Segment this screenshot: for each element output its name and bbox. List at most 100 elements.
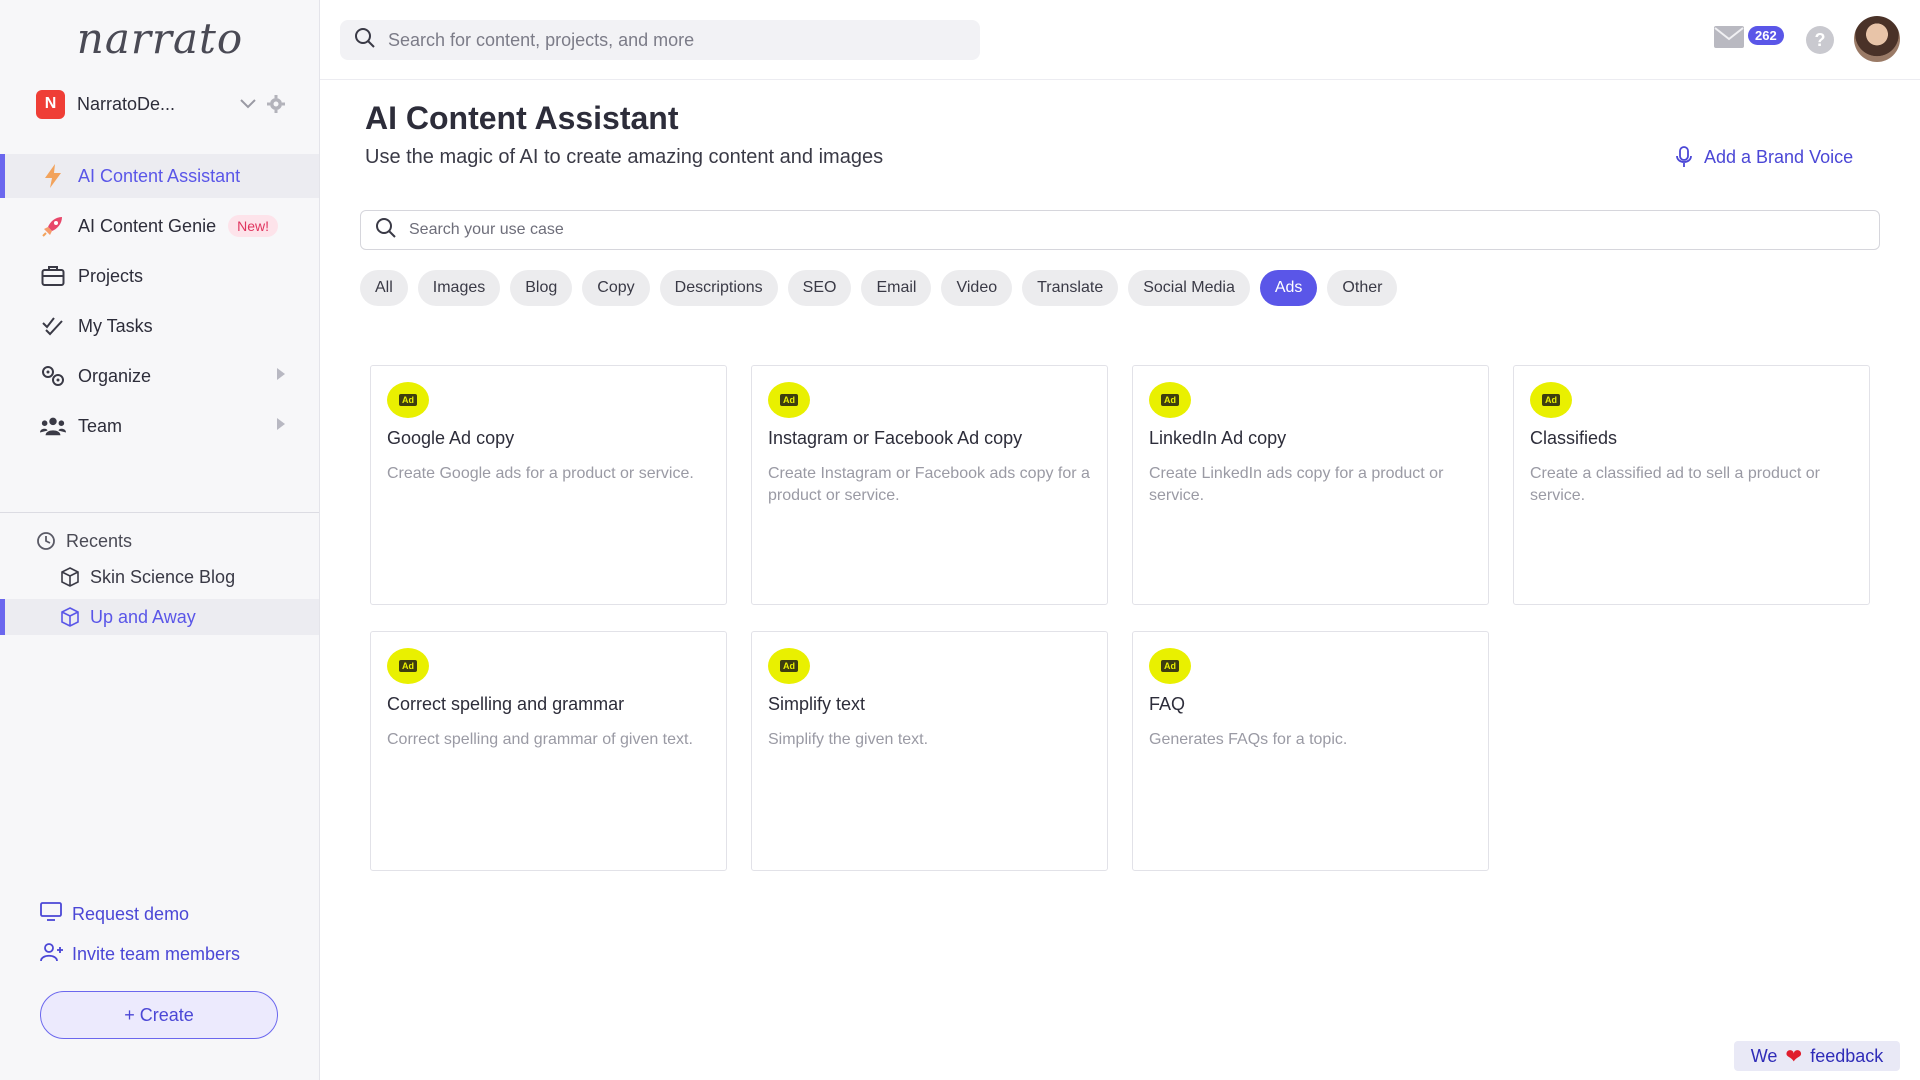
global-search[interactable] — [340, 20, 980, 60]
sidebar-item-label: Projects — [78, 265, 144, 286]
heart-icon: ❤ — [1785, 1045, 1803, 1068]
chip-ads[interactable]: Ads — [1259, 270, 1318, 306]
usecase-card[interactable]: Ad Simplify text Simplify the given text. — [751, 631, 1108, 871]
ad-icon-text: Ad — [780, 394, 798, 406]
expand-arrow-icon[interactable] — [277, 418, 285, 430]
sidebar-item-label: Organize — [78, 365, 152, 386]
usecase-search-input[interactable] — [409, 221, 1809, 239]
workspace-name: NarratoDe... — [77, 93, 176, 114]
recent-item-skin-science-blog[interactable]: Skin Science Blog — [0, 559, 319, 595]
briefcase-icon — [40, 263, 66, 289]
chip-descriptions[interactable]: Descriptions — [659, 270, 778, 306]
page-subtitle: Use the magic of AI to create amazing co… — [365, 146, 884, 168]
feedback-prefix: We — [1750, 1045, 1778, 1066]
recent-item-up-and-away[interactable]: Up and Away — [0, 599, 319, 635]
card-title: FAQ — [1149, 694, 1186, 714]
add-brand-voice-link[interactable]: Add a Brand Voice — [1676, 144, 1853, 170]
usecase-card[interactable]: Ad Correct spelling and grammar Correct sp… — [370, 631, 727, 871]
sidebar-item-my-tasks[interactable]: My Tasks — [0, 304, 319, 348]
usecase-card[interactable]: Ad Classifieds Create a classified ad to s… — [1513, 365, 1870, 605]
ad-icon: Ad — [387, 382, 429, 418]
create-button[interactable]: + Create — [40, 991, 278, 1039]
ad-icon: Ad — [1149, 382, 1191, 418]
ad-icon: Ad — [1530, 382, 1572, 418]
chip-video[interactable]: Video — [941, 270, 1013, 306]
ad-icon: Ad — [1149, 648, 1191, 684]
ad-icon-text: Ad — [1161, 394, 1179, 406]
card-description: Simplify the given text. — [768, 731, 929, 748]
help-icon[interactable]: ? — [1806, 26, 1834, 54]
recent-item-label: Up and Away — [90, 606, 196, 627]
chip-copy[interactable]: Copy — [582, 270, 650, 306]
clock-icon — [36, 531, 56, 551]
feedback-button[interactable]: We ❤ feedback — [1734, 1041, 1900, 1071]
sidebar-item-organize[interactable]: Organize — [0, 354, 319, 398]
sidebar-item-label: AI Content Genie — [78, 215, 217, 236]
sidebar-nav: AI Content Assistant AI Content Genie Ne… — [0, 154, 319, 454]
card-description: Correct spelling and grammar of given te… — [387, 731, 693, 748]
search-icon — [375, 217, 397, 244]
cube-icon — [60, 607, 80, 627]
request-demo-link[interactable]: Request demo — [40, 902, 189, 926]
add-user-icon — [40, 942, 64, 966]
chip-social-media[interactable]: Social Media — [1128, 270, 1250, 306]
expand-arrow-icon[interactable] — [277, 368, 285, 380]
sidebar-item-label: My Tasks — [78, 315, 153, 336]
usecase-card[interactable]: Ad LinkedIn Ad copy Create LinkedIn ads co… — [1132, 365, 1489, 605]
ad-icon-text: Ad — [1542, 394, 1560, 406]
recent-item-label: Skin Science Blog — [90, 566, 236, 587]
rocket-icon — [40, 213, 66, 239]
app-logo[interactable]: narrato — [0, 14, 320, 63]
feedback-suffix: feedback — [1810, 1045, 1884, 1066]
chip-images[interactable]: Images — [417, 270, 501, 306]
card-title: Classifieds — [1530, 428, 1618, 448]
usecase-card[interactable]: Ad Instagram or Facebook Ad copy Create In… — [751, 365, 1108, 605]
usecase-card[interactable]: Ad FAQ Generates FAQs for a topic. — [1132, 631, 1489, 871]
ad-icon: Ad — [387, 648, 429, 684]
sidebar-item-ai-content-assistant[interactable]: AI Content Assistant — [0, 154, 319, 198]
team-icon — [40, 413, 66, 439]
workspace-switcher[interactable]: N NarratoDe... — [36, 89, 290, 119]
chip-translate[interactable]: Translate — [1022, 270, 1119, 306]
ad-icon-text: Ad — [1161, 660, 1179, 672]
new-badge: New! — [228, 215, 278, 237]
sidebar-item-team[interactable]: Team — [0, 404, 319, 448]
card-description: Create Google ads for a product or servi… — [387, 465, 694, 482]
chip-other[interactable]: Other — [1327, 270, 1398, 306]
gear-icon[interactable] — [265, 93, 287, 115]
chip-seo[interactable]: SEO — [787, 270, 852, 306]
recents-label: Recents — [66, 530, 133, 551]
request-demo-label: Request demo — [72, 903, 190, 924]
chip-blog[interactable]: Blog — [510, 270, 573, 306]
chip-email[interactable]: Email — [861, 270, 932, 306]
gears-icon — [40, 363, 66, 389]
workspace-avatar: N — [36, 89, 65, 119]
global-search-input[interactable] — [388, 29, 948, 51]
microphone-icon — [1676, 146, 1696, 168]
mail-icon[interactable] — [1714, 26, 1744, 50]
card-title: LinkedIn Ad copy — [1149, 428, 1287, 448]
mail-count-badge: 262 — [1748, 26, 1784, 45]
chevron-down-icon[interactable] — [237, 93, 259, 115]
usecase-cards: Ad Google Ad copy Create Google ads for a … — [370, 365, 1872, 871]
ad-icon-text: Ad — [399, 394, 417, 406]
monitor-icon — [40, 902, 64, 926]
sidebar-item-projects[interactable]: Projects — [0, 254, 319, 298]
ad-icon-text: Ad — [780, 660, 798, 672]
card-title: Correct spelling and grammar — [387, 694, 625, 714]
card-title: Google Ad copy — [387, 428, 515, 448]
bolt-icon — [40, 163, 66, 189]
card-description: Generates FAQs for a topic. — [1149, 731, 1348, 748]
sidebar-item-ai-content-genie[interactable]: AI Content Genie New! — [0, 204, 319, 248]
card-description: Create Instagram or Facebook ads copy fo… — [768, 465, 1090, 504]
card-title: Simplify text — [768, 694, 866, 714]
avatar[interactable] — [1854, 16, 1900, 62]
search-icon — [354, 27, 376, 54]
invite-members-link[interactable]: Invite team members — [40, 942, 240, 966]
add-brand-voice-label: Add a Brand Voice — [1704, 146, 1854, 167]
chip-all[interactable]: All — [360, 270, 408, 306]
usecase-search[interactable] — [360, 210, 1880, 250]
ad-icon: Ad — [768, 648, 810, 684]
usecase-card[interactable]: Ad Google Ad copy Create Google ads for a … — [370, 365, 727, 605]
sidebar-item-label: Team — [78, 415, 123, 436]
